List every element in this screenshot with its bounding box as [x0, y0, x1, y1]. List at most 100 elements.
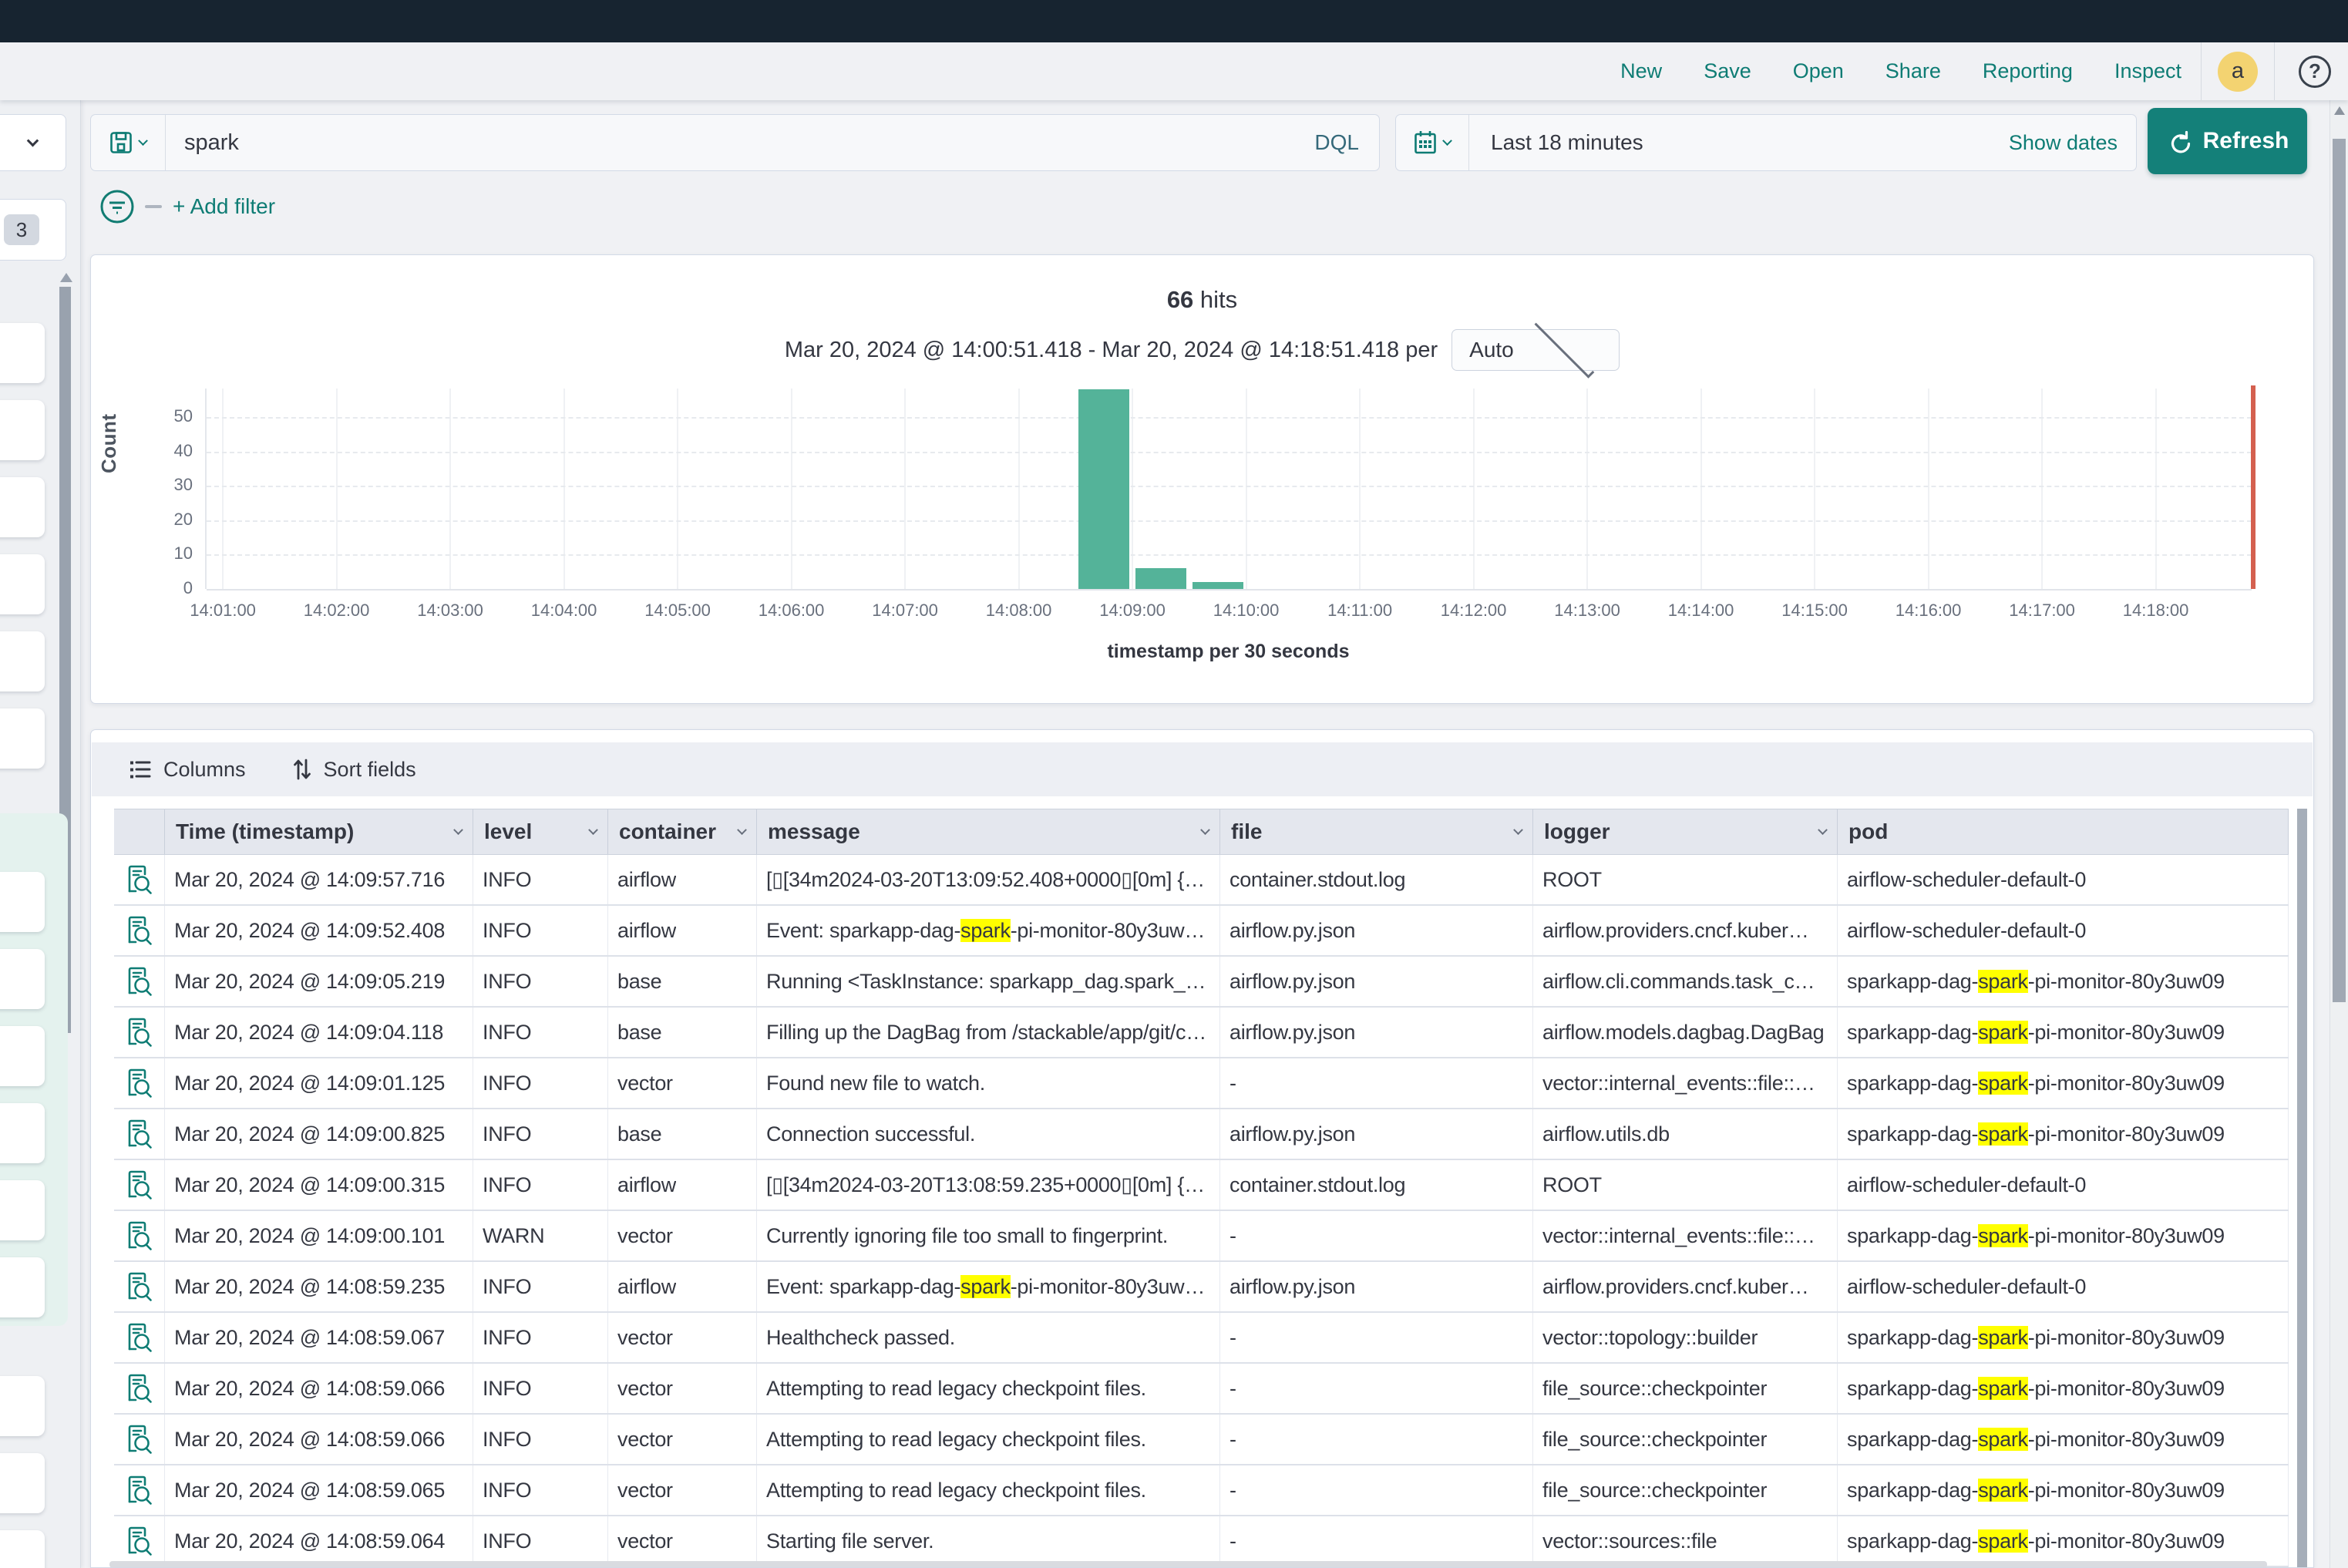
- add-filter-button[interactable]: + Add filter: [173, 194, 275, 219]
- field-item[interactable]: [0, 1530, 45, 1568]
- expand-row-button[interactable]: [114, 1364, 165, 1413]
- columns-button[interactable]: Columns: [129, 758, 246, 782]
- cell-text: airflow-scheduler-default-0: [1847, 1275, 2086, 1299]
- remove-field-icon[interactable]: ✕: [0, 568, 2, 601]
- sort-fields-button[interactable]: Sort fields: [292, 758, 416, 782]
- cell-file: airflow.py.json: [1220, 1008, 1533, 1057]
- page-scrollbar[interactable]: [2329, 100, 2348, 1568]
- menu-item-reporting[interactable]: Reporting: [1983, 59, 2073, 83]
- field-item[interactable]: [0, 1180, 45, 1240]
- expand-row-button[interactable]: [114, 1516, 165, 1566]
- column-header-level[interactable]: level: [473, 809, 608, 854]
- expand-row-button[interactable]: [114, 1211, 165, 1260]
- page-scrollbar-thumb[interactable]: [2333, 139, 2346, 1002]
- cell-text: Attempting to read legacy checkpoint fil…: [766, 1377, 1146, 1401]
- menu-item-share[interactable]: Share: [1885, 59, 1941, 83]
- expand-row-button[interactable]: [114, 1313, 165, 1362]
- cell-text: airflow.py.json: [1230, 1021, 1355, 1045]
- discover-app: New Save Open Share Reporting Inspect a …: [0, 0, 2348, 1568]
- help-icon[interactable]: ?: [2299, 56, 2331, 88]
- field-item[interactable]: [0, 1103, 45, 1163]
- column-header-file[interactable]: file: [1220, 809, 1533, 854]
- expand-row-button[interactable]: [114, 855, 165, 904]
- cell-text: airflow.providers.cncf.kuber…: [1542, 1275, 1808, 1299]
- cell-time: Mar 20, 2024 @ 14:08:59.066: [165, 1364, 473, 1413]
- menu-item-inspect[interactable]: Inspect: [2114, 59, 2181, 83]
- column-header-logger[interactable]: logger: [1533, 809, 1838, 854]
- saved-queries-button[interactable]: [91, 115, 166, 170]
- cell-text: sparkapp-dag-spark-pi-monitor-80y3uw09: [1847, 1122, 2225, 1146]
- refresh-button[interactable]: Refresh: [2148, 108, 2307, 174]
- histogram-bar[interactable]: [1193, 582, 1243, 589]
- search-input[interactable]: spark: [166, 130, 1314, 156]
- histogram-bar[interactable]: [1135, 568, 1186, 589]
- column-header-container[interactable]: container: [608, 809, 757, 854]
- cell-text: airflow-scheduler-default-0: [1847, 868, 2086, 892]
- table-vertical-scrollbar[interactable]: [2297, 809, 2307, 1567]
- cell-text: sparkapp-dag-spark-pi-monitor-80y3uw09: [1847, 970, 2225, 994]
- cell-file: airflow.py.json: [1220, 957, 1533, 1006]
- expand-row-button[interactable]: [114, 1008, 165, 1057]
- expand-row-button[interactable]: [114, 906, 165, 955]
- field-item[interactable]: [0, 1026, 45, 1086]
- inspect-document-icon: [126, 1475, 153, 1505]
- expand-row-button[interactable]: [114, 1262, 165, 1311]
- table-toolbar: Columns Sort fields: [92, 742, 2313, 796]
- x-tick-label: 14:17:00: [1988, 601, 2096, 621]
- field-item[interactable]: [0, 323, 45, 383]
- cell-text: container.stdout.log: [1230, 1173, 1405, 1197]
- cell-level: INFO: [473, 1160, 608, 1210]
- cell-text: Mar 20, 2024 @ 14:08:59.067: [174, 1326, 445, 1350]
- field-item[interactable]: [0, 1257, 45, 1317]
- cell-pod: sparkapp-dag-spark-pi-monitor-80y3uw09: [1838, 1364, 2289, 1413]
- scroll-up-icon[interactable]: [2334, 106, 2345, 115]
- expand-row-button[interactable]: [114, 1109, 165, 1159]
- histogram-plot[interactable]: 14:01:0014:02:0014:03:0014:04:0014:05:00…: [205, 389, 2252, 589]
- menu-item-open[interactable]: Open: [1793, 59, 1844, 83]
- expand-row-button[interactable]: [114, 957, 165, 1006]
- menu-item-new[interactable]: New: [1620, 59, 1662, 83]
- query-language-button[interactable]: DQL: [1314, 130, 1379, 155]
- expand-row-button[interactable]: [114, 1465, 165, 1515]
- chevron-down-icon: [1513, 825, 1523, 835]
- cell-logger: file_source::checkpointer: [1533, 1364, 1838, 1413]
- field-item[interactable]: [0, 872, 45, 932]
- field-item[interactable]: [0, 949, 45, 1009]
- chevron-down-icon: [588, 825, 598, 835]
- field-item[interactable]: [0, 631, 45, 691]
- column-header-message[interactable]: message: [757, 809, 1220, 854]
- avatar[interactable]: a: [2218, 52, 2258, 92]
- histogram-panel: 66 hits Mar 20, 2024 @ 14:00:51.418 - Ma…: [90, 254, 2314, 704]
- field-item[interactable]: ✕: [0, 554, 45, 614]
- field-item[interactable]: [0, 708, 45, 769]
- expand-row-button[interactable]: [114, 1160, 165, 1210]
- cell-time: Mar 20, 2024 @ 14:09:52.408: [165, 906, 473, 955]
- cell-pod: sparkapp-dag-spark-pi-monitor-80y3uw09: [1838, 1465, 2289, 1515]
- cell-text: sparkapp-dag-spark-pi-monitor-80y3uw09: [1847, 1377, 2225, 1401]
- field-item[interactable]: [0, 1376, 45, 1436]
- menu-item-save[interactable]: Save: [1704, 59, 1751, 83]
- cell-text: [▯[34m2024-03-20T13:09:52.408+0000▯[0m] …: [766, 868, 1210, 892]
- index-pattern-collapse[interactable]: [0, 114, 66, 171]
- column-header-pod[interactable]: pod: [1838, 809, 2289, 854]
- expand-row-button[interactable]: [114, 1058, 165, 1108]
- time-range-value[interactable]: Last 18 minutes: [1469, 130, 2009, 155]
- quick-select-button[interactable]: [1396, 115, 1469, 170]
- show-dates-button[interactable]: Show dates: [2009, 131, 2136, 155]
- cell-text: file_source::checkpointer: [1542, 1428, 1767, 1452]
- field-item[interactable]: [0, 400, 45, 460]
- table-horizontal-scrollbar[interactable]: [109, 1561, 2267, 1568]
- cell-text: Mar 20, 2024 @ 14:08:59.066: [174, 1377, 445, 1401]
- histogram-bar[interactable]: [1078, 389, 1129, 589]
- interval-select[interactable]: Auto: [1452, 329, 1620, 371]
- cell-text: INFO: [483, 1529, 531, 1553]
- sidebar-scroll-up-icon[interactable]: [60, 273, 72, 282]
- cell-logger: airflow.cli.commands.task_c…: [1533, 957, 1838, 1006]
- cell-message: Found new file to watch.: [757, 1058, 1220, 1108]
- expand-row-button[interactable]: [114, 1415, 165, 1464]
- field-item[interactable]: [0, 477, 45, 537]
- column-header-time-timestamp-[interactable]: Time (timestamp): [165, 809, 473, 854]
- filter-icon[interactable]: [99, 188, 136, 225]
- cell-time: Mar 20, 2024 @ 14:08:59.235: [165, 1262, 473, 1311]
- field-item[interactable]: [0, 1453, 45, 1513]
